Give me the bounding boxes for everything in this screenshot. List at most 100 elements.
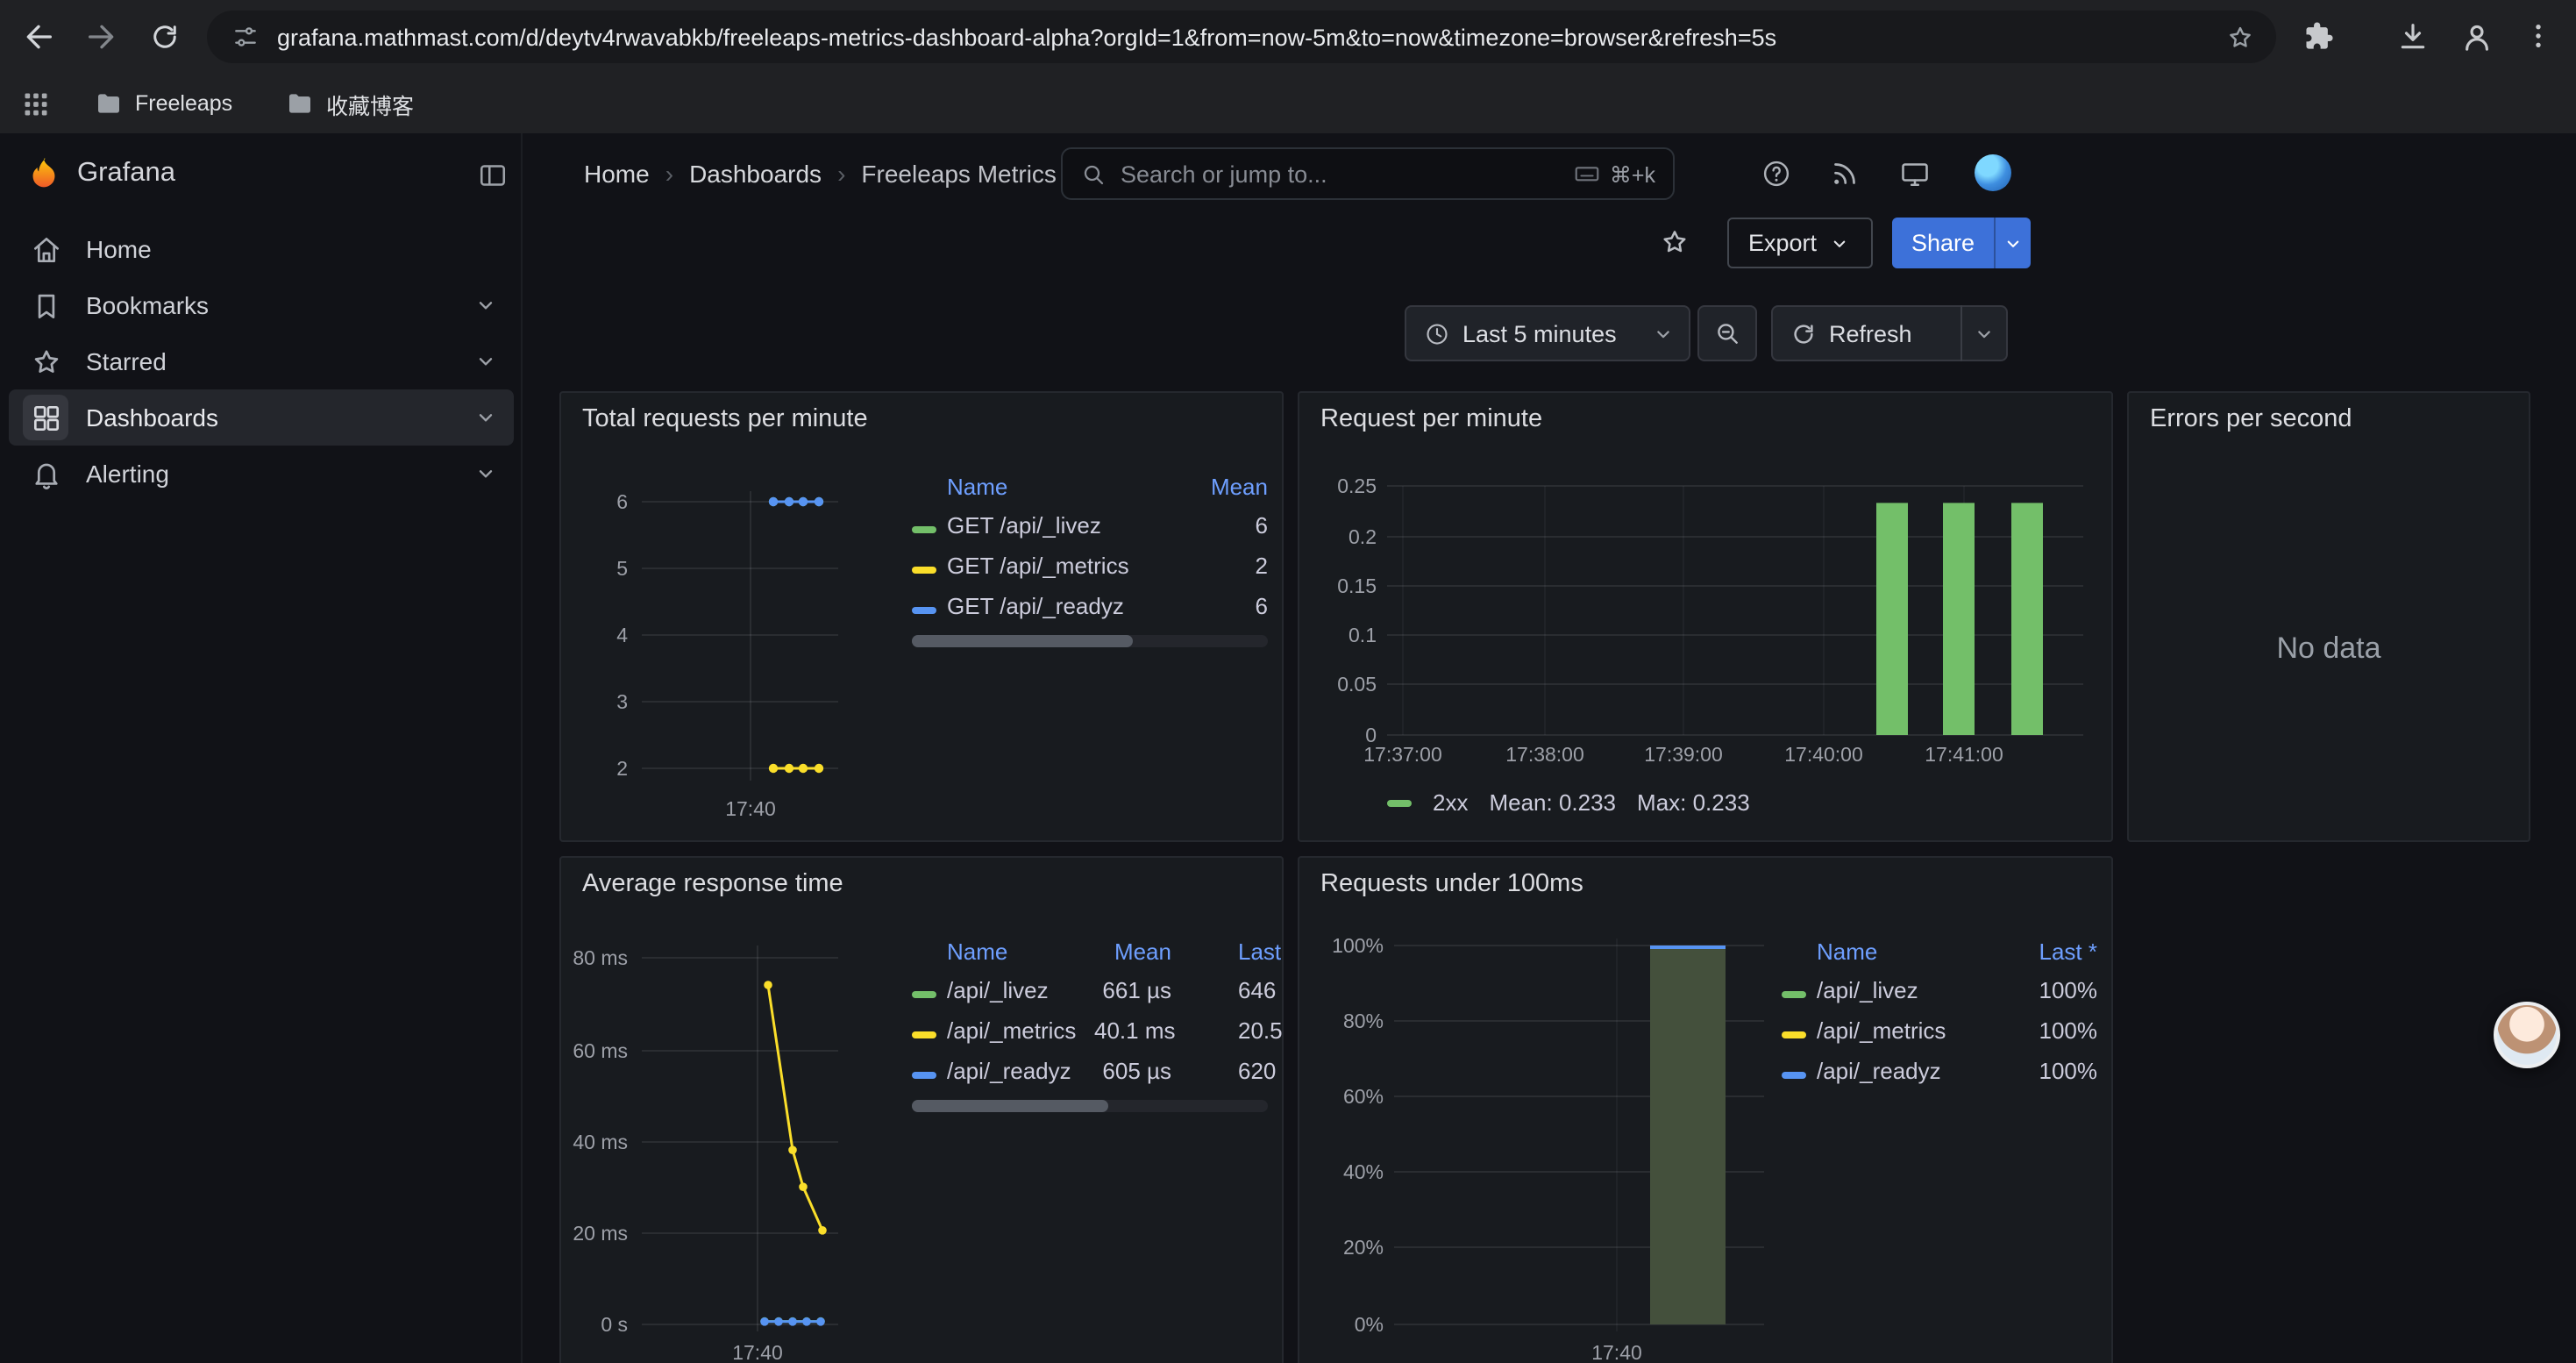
svg-text:17:38:00: 17:38:00 bbox=[1505, 743, 1584, 766]
svg-text:40%: 40% bbox=[1343, 1160, 1384, 1183]
legend-header-name[interactable]: Name bbox=[1817, 938, 1999, 964]
extensions-icon[interactable] bbox=[2301, 19, 2336, 54]
chevron-down-icon[interactable] bbox=[472, 291, 500, 319]
time-range-picker[interactable]: Last 5 minutes bbox=[1405, 305, 1690, 361]
url-text[interactable]: grafana.mathmast.com/d/deytv4rwavabkb/fr… bbox=[277, 24, 2225, 50]
back-button[interactable] bbox=[18, 16, 60, 58]
leg​end-row[interactable]: GET /api/_metrics 2 bbox=[912, 546, 1268, 586]
bookmarks-bar: Freeleaps 收藏博客 bbox=[0, 74, 2576, 133]
legend-row[interactable]: /api/_livez 100% bbox=[1782, 970, 2097, 1010]
series-name[interactable]: GET /api/_readyz bbox=[947, 593, 1170, 619]
sidebar-item-alerting[interactable]: Alerting bbox=[9, 446, 514, 502]
grafana-logo[interactable] bbox=[25, 154, 63, 193]
bookmark-folder-freeleaps[interactable]: Freeleaps bbox=[95, 74, 232, 133]
help-icon[interactable] bbox=[1761, 158, 1792, 189]
series-mean: 40.1 ms bbox=[1094, 1017, 1171, 1044]
address-bar[interactable]: grafana.mathmast.com/d/deytv4rwavabkb/fr… bbox=[207, 11, 2276, 63]
rss-icon[interactable] bbox=[1829, 158, 1861, 189]
star-icon bbox=[23, 339, 68, 384]
forward-button[interactable] bbox=[81, 16, 123, 58]
legend-row[interactable]: /api/_metrics 40.1 ms 20.5 ms bbox=[912, 1010, 1284, 1051]
legend-header-name[interactable]: Name bbox=[947, 938, 1094, 964]
svg-text:0%: 0% bbox=[1355, 1313, 1384, 1336]
breadcrumb-separator: › bbox=[665, 160, 673, 188]
legend-scrollbar[interactable] bbox=[912, 1100, 1268, 1112]
series-mean: 661 µs bbox=[1094, 977, 1171, 1003]
legend-scrollbar[interactable] bbox=[912, 635, 1268, 647]
breadcrumb-dashboards[interactable]: Dashboards bbox=[689, 160, 822, 188]
breadcrumb-home[interactable]: Home bbox=[584, 160, 650, 188]
legend[interactable]: 2xx Mean: 0.233 Max: 0.233 bbox=[1387, 789, 1750, 816]
request-per-minute-chart[interactable]: 0.250.20.150.10.05017:37:0017:38:0017:39… bbox=[1299, 393, 2113, 842]
downloads-icon[interactable] bbox=[2395, 19, 2430, 54]
sidebar-item-starred[interactable]: Starred bbox=[9, 333, 514, 389]
chevron-down-icon[interactable] bbox=[472, 403, 500, 432]
sidebar-item-home[interactable]: Home bbox=[9, 221, 514, 277]
export-button[interactable]: Export bbox=[1727, 218, 1873, 268]
legend-header-last[interactable]: Last * bbox=[1999, 938, 2097, 964]
assistant-avatar[interactable] bbox=[2494, 1002, 2560, 1068]
series-name[interactable]: /api/_readyz bbox=[1817, 1058, 1999, 1084]
legend-row[interactable]: GET /api/_livez 6 bbox=[912, 505, 1268, 546]
bookmark-star-icon[interactable] bbox=[2225, 22, 2255, 52]
series-name[interactable]: /api/_readyz bbox=[947, 1058, 1094, 1084]
svg-text:60 ms: 60 ms bbox=[573, 1039, 628, 1062]
legend-header-mean[interactable]: Mean bbox=[1094, 938, 1171, 964]
site-settings-icon[interactable] bbox=[231, 23, 260, 51]
series-name[interactable]: GET /api/_metrics bbox=[947, 553, 1170, 579]
svg-text:17:40:00: 17:40:00 bbox=[1784, 743, 1863, 766]
svg-text:20%: 20% bbox=[1343, 1236, 1384, 1259]
reload-button[interactable] bbox=[144, 16, 186, 58]
sidebar-toggle-icon[interactable] bbox=[477, 160, 509, 191]
share-button[interactable]: Share bbox=[1892, 218, 1994, 268]
monitor-icon[interactable] bbox=[1899, 158, 1931, 189]
series-mean: 2 bbox=[1170, 553, 1268, 579]
legend: Name Mean GET /api/_livez 6 GET /api/_me… bbox=[912, 467, 1268, 626]
chevron-down-icon[interactable] bbox=[472, 347, 500, 375]
legend-header-mean[interactable]: Mean bbox=[1170, 473, 1268, 499]
series-last: 100% bbox=[1999, 1017, 2097, 1044]
chevron-down-icon[interactable] bbox=[472, 460, 500, 488]
legend-row[interactable]: /api/_metrics 100% bbox=[1782, 1010, 2097, 1051]
series-name[interactable]: /api/_metrics bbox=[947, 1017, 1094, 1044]
series-name[interactable]: 2xx bbox=[1433, 789, 1468, 816]
refresh-button[interactable]: Refresh bbox=[1829, 320, 1912, 346]
series-name[interactable]: GET /api/_livez bbox=[947, 512, 1170, 539]
bookmark-folder-blogs[interactable]: 收藏博客 bbox=[286, 74, 414, 133]
svg-text:17:37:00: 17:37:00 bbox=[1363, 743, 1442, 766]
favorite-star-icon[interactable] bbox=[1659, 226, 1690, 258]
search-input[interactable]: Search or jump to... ⌘+k bbox=[1061, 147, 1675, 200]
sidebar-item-dashboards[interactable]: Dashboards bbox=[9, 389, 514, 446]
scrollbar-thumb[interactable] bbox=[912, 635, 1133, 647]
panel-total-requests: Total requests per minute 6543217:40 Nam… bbox=[559, 391, 1284, 842]
browser-menu-icon[interactable] bbox=[2522, 19, 2557, 54]
series-mean: 6 bbox=[1170, 593, 1268, 619]
share-menu-button[interactable] bbox=[1994, 218, 2031, 268]
bookmark-icon bbox=[23, 282, 68, 328]
refresh-interval-button[interactable] bbox=[1960, 305, 2006, 361]
folder-icon bbox=[95, 89, 123, 118]
panel-title[interactable]: Errors per second bbox=[2150, 405, 2352, 433]
brand-title: Grafana bbox=[77, 147, 175, 200]
svg-text:5: 5 bbox=[616, 557, 628, 580]
series-name[interactable]: /api/_livez bbox=[947, 977, 1094, 1003]
legend-header-name[interactable]: Name bbox=[947, 473, 1170, 499]
series-name[interactable]: /api/_metrics bbox=[1817, 1017, 1999, 1044]
sidebar-item-bookmarks[interactable]: Bookmarks bbox=[9, 277, 514, 333]
series-name[interactable]: /api/_livez bbox=[1817, 977, 1999, 1003]
svg-text:80%: 80% bbox=[1343, 1010, 1384, 1032]
refresh-icon[interactable] bbox=[1790, 320, 1817, 346]
user-avatar[interactable] bbox=[1975, 154, 2011, 191]
series-color-dash bbox=[912, 1072, 936, 1079]
apps-shortcut[interactable] bbox=[21, 74, 51, 133]
legend-row[interactable]: /api/_readyz 605 µs 620 µs bbox=[912, 1051, 1284, 1091]
apps-grid-icon bbox=[21, 89, 51, 118]
browser-profile-icon[interactable] bbox=[2459, 19, 2494, 54]
zoom-out-button[interactable] bbox=[1697, 305, 1757, 361]
legend-row[interactable]: GET /api/_readyz 6 bbox=[912, 586, 1268, 626]
legend-row[interactable]: /api/_readyz 100% bbox=[1782, 1051, 2097, 1091]
legend-row[interactable]: /api/_livez 661 µs 646 µs bbox=[912, 970, 1284, 1010]
scrollbar-thumb[interactable] bbox=[912, 1100, 1107, 1112]
zoom-out-icon bbox=[1713, 319, 1741, 347]
legend-header-last[interactable]: Last * bbox=[1171, 938, 1284, 964]
